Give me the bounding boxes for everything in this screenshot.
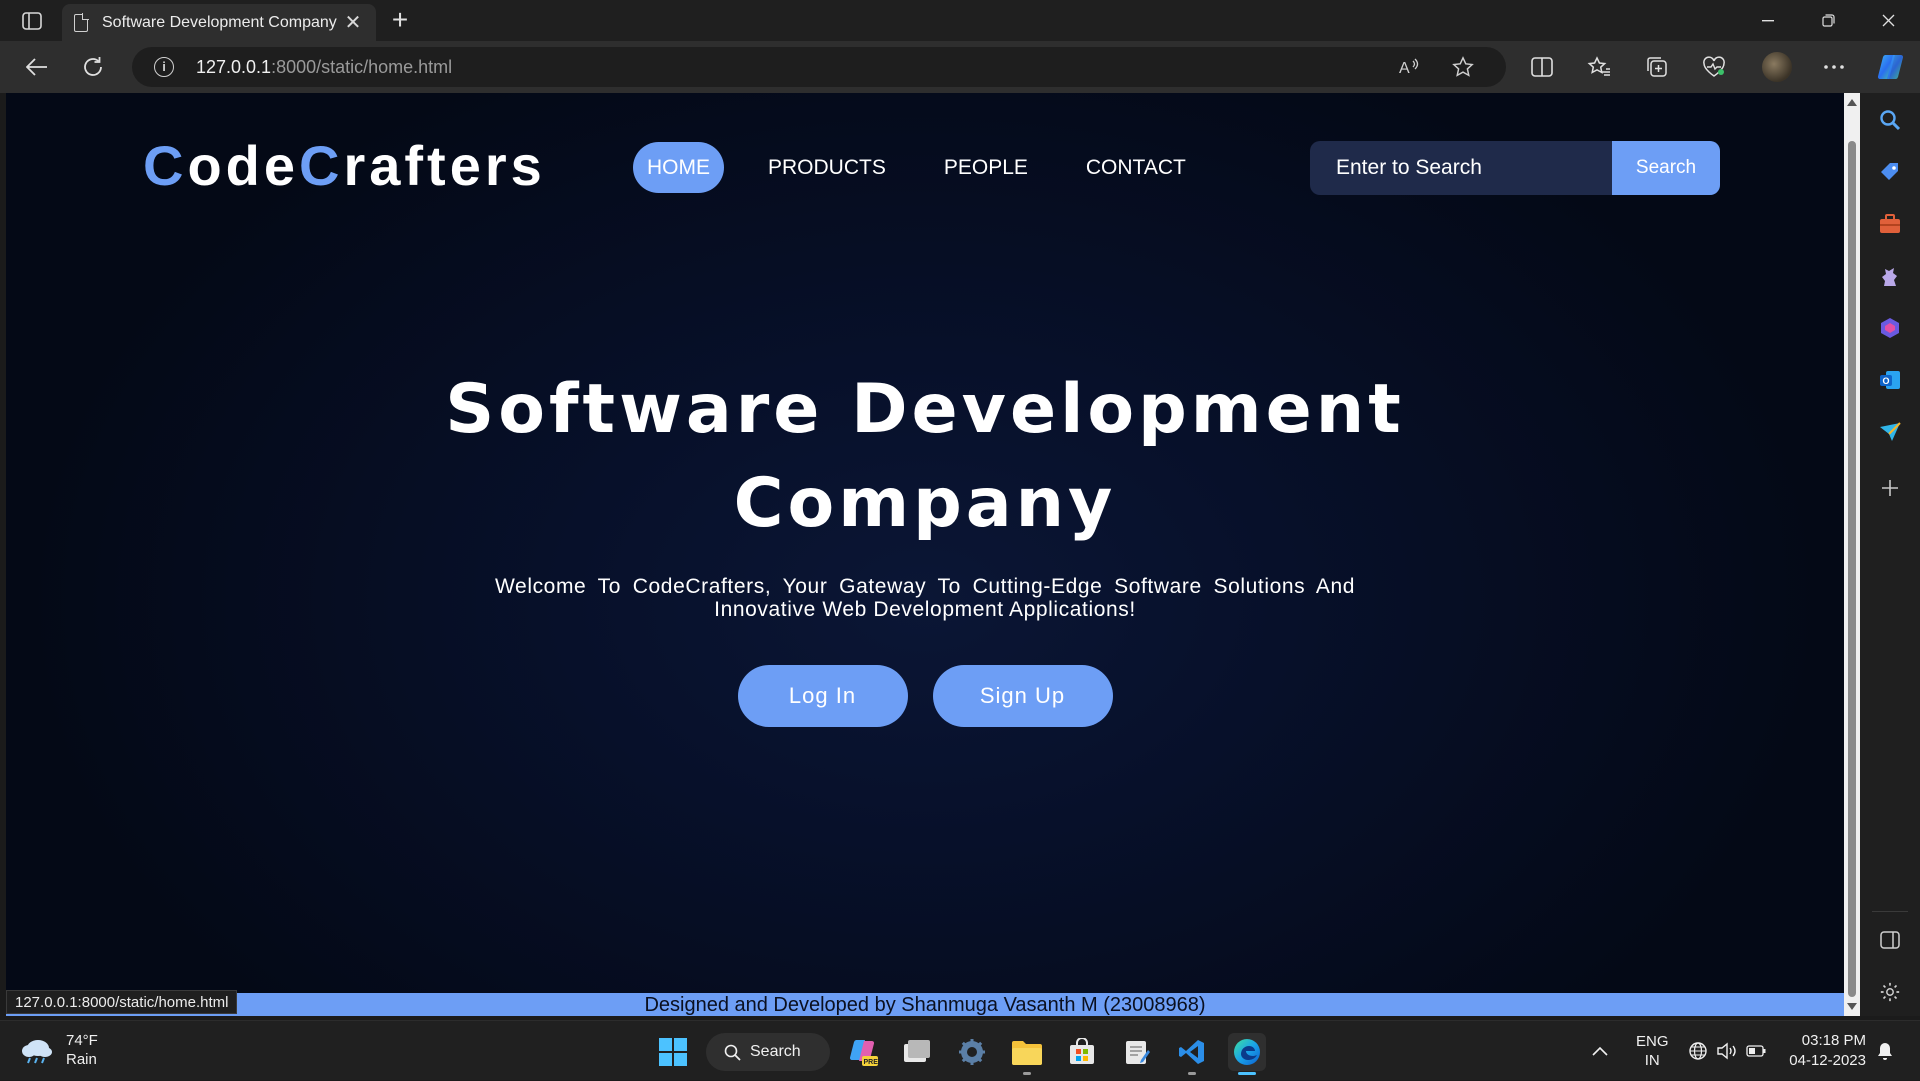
file-explorer-icon[interactable] xyxy=(1008,1033,1046,1075)
collections-icon[interactable] xyxy=(1640,51,1674,83)
notepad-icon[interactable] xyxy=(1118,1033,1156,1071)
sidebar-hide-icon[interactable] xyxy=(1875,925,1905,955)
close-window-button[interactable] xyxy=(1858,0,1918,41)
search-input[interactable] xyxy=(1310,141,1610,195)
settings-gear-icon[interactable] xyxy=(953,1033,991,1071)
page-viewport: CodeCrafters HOME PRODUCTS PEOPLE CONTAC… xyxy=(6,93,1844,1016)
sidebar-outlook-icon[interactable]: O xyxy=(1875,365,1905,395)
weather-widget[interactable]: 74°F Rain xyxy=(20,1031,98,1069)
vscode-icon[interactable] xyxy=(1173,1033,1211,1075)
scroll-thumb[interactable] xyxy=(1848,141,1856,997)
start-windows-icon[interactable] xyxy=(654,1033,692,1071)
weather-desc: Rain xyxy=(66,1051,97,1068)
signup-button[interactable]: Sign Up xyxy=(932,665,1113,727)
favorite-star-icon[interactable] xyxy=(1450,55,1476,79)
sidebar-games-icon[interactable] xyxy=(1875,261,1905,291)
edge-browser-icon[interactable] xyxy=(1228,1033,1266,1075)
windows-taskbar: 74°F Rain Search PRE ENG IN 03:18 PM 04-… xyxy=(0,1020,1920,1080)
browser-toolbar: i 127.0.0.1:8000/static/home.html A xyxy=(0,41,1920,93)
favorites-icon[interactable] xyxy=(1582,51,1616,83)
language-indicator[interactable]: ENG IN xyxy=(1636,1021,1669,1081)
hero-title: Software Development Company xyxy=(445,370,1405,543)
hero-section: Software Development Company Welcome To … xyxy=(6,363,1844,727)
nav-people[interactable]: PEOPLE xyxy=(930,142,1042,193)
tray-overflow-chevron-icon[interactable] xyxy=(1592,1021,1608,1081)
volume-icon[interactable] xyxy=(1716,1021,1738,1081)
site-info-icon[interactable]: i xyxy=(154,57,174,77)
nav-home[interactable]: HOME xyxy=(633,142,724,193)
address-bar[interactable]: i 127.0.0.1:8000/static/home.html A xyxy=(132,47,1506,87)
nav-products[interactable]: PRODUCTS xyxy=(754,142,900,193)
notification-bell-icon[interactable] xyxy=(1876,1021,1894,1081)
site-footer: Designed and Developed by Shanmuga Vasan… xyxy=(6,993,1844,1016)
svg-text:PRE: PRE xyxy=(864,1059,879,1066)
site-header: CodeCrafters HOME PRODUCTS PEOPLE CONTAC… xyxy=(6,93,1844,243)
split-screen-icon[interactable] xyxy=(1525,51,1559,83)
svg-text:A: A xyxy=(1399,60,1410,77)
more-options-icon[interactable] xyxy=(1817,51,1851,83)
search-icon xyxy=(724,1044,741,1061)
hero-buttons: Log In Sign Up xyxy=(6,665,1844,727)
main-nav: HOME PRODUCTS PEOPLE CONTACT xyxy=(633,142,1230,193)
hero-subtitle: Welcome To CodeCrafters, Your Gateway To… xyxy=(495,575,1355,621)
network-globe-icon[interactable] xyxy=(1688,1021,1708,1081)
page-scrollbar[interactable] xyxy=(1844,93,1860,1016)
login-button[interactable]: Log In xyxy=(737,665,908,727)
read-aloud-icon[interactable]: A xyxy=(1396,55,1422,79)
new-tab-button[interactable]: + xyxy=(384,6,416,36)
restore-button[interactable] xyxy=(1798,0,1858,41)
copilot-icon[interactable] xyxy=(1874,51,1908,83)
edge-sidebar: O xyxy=(1860,93,1920,1016)
scroll-up-arrow-icon[interactable] xyxy=(1847,99,1857,106)
browser-essentials-icon[interactable] xyxy=(1697,51,1731,83)
tab-close-icon[interactable]: ✕ xyxy=(342,10,364,35)
copilot-preview-icon[interactable]: PRE xyxy=(844,1033,882,1071)
task-view-icon[interactable] xyxy=(898,1033,936,1071)
sidebar-settings-gear-icon[interactable] xyxy=(1875,977,1905,1007)
sidebar-office-icon[interactable] xyxy=(1875,313,1905,343)
tab-actions-icon[interactable] xyxy=(14,8,50,34)
address-url[interactable]: 127.0.0.1:8000/static/home.html xyxy=(196,57,452,78)
sidebar-drop-icon[interactable] xyxy=(1875,417,1905,447)
system-clock[interactable]: 03:18 PM 04-12-2023 xyxy=(1780,1031,1866,1071)
minimize-button[interactable] xyxy=(1738,0,1798,41)
language-bottom: IN xyxy=(1644,1052,1660,1069)
sidebar-search-icon[interactable] xyxy=(1875,105,1905,135)
sidebar-tools-icon[interactable] xyxy=(1875,209,1905,239)
app-running-indicator xyxy=(1188,1072,1196,1075)
sidebar-add-icon[interactable] xyxy=(1875,473,1905,503)
page-icon xyxy=(74,12,89,32)
site-search: Search xyxy=(1310,141,1720,195)
clock-time: 03:18 PM xyxy=(1801,1032,1866,1049)
clock-date: 04-12-2023 xyxy=(1789,1052,1866,1069)
tab-title: Software Development Company xyxy=(102,13,337,31)
svg-text:O: O xyxy=(1883,376,1890,386)
rain-cloud-icon xyxy=(20,1037,54,1064)
app-active-indicator xyxy=(1238,1072,1256,1075)
app-running-indicator xyxy=(1023,1072,1031,1075)
browser-tab-strip: Software Development Company ✕ + xyxy=(0,0,1920,41)
microsoft-store-icon[interactable] xyxy=(1063,1033,1101,1071)
refresh-icon[interactable] xyxy=(76,51,110,83)
battery-icon[interactable] xyxy=(1746,1021,1766,1081)
site-logo[interactable]: CodeCrafters xyxy=(143,133,546,198)
sidebar-divider xyxy=(1872,911,1908,912)
search-button[interactable]: Search xyxy=(1612,141,1720,195)
scroll-down-arrow-icon[interactable] xyxy=(1847,1003,1857,1010)
taskbar-search-label: Search xyxy=(750,1043,801,1060)
nav-contact[interactable]: CONTACT xyxy=(1072,142,1200,193)
sidebar-shopping-icon[interactable] xyxy=(1875,157,1905,187)
status-bar-url: 127.0.0.1:8000/static/home.html xyxy=(6,990,238,1014)
taskbar-search[interactable]: Search xyxy=(706,1033,830,1071)
weather-temp: 74°F xyxy=(66,1032,98,1049)
language-top: ENG xyxy=(1636,1033,1669,1050)
profile-avatar[interactable] xyxy=(1762,52,1792,82)
back-arrow-icon[interactable] xyxy=(20,51,54,83)
browser-tab-active[interactable]: Software Development Company ✕ xyxy=(62,4,376,41)
